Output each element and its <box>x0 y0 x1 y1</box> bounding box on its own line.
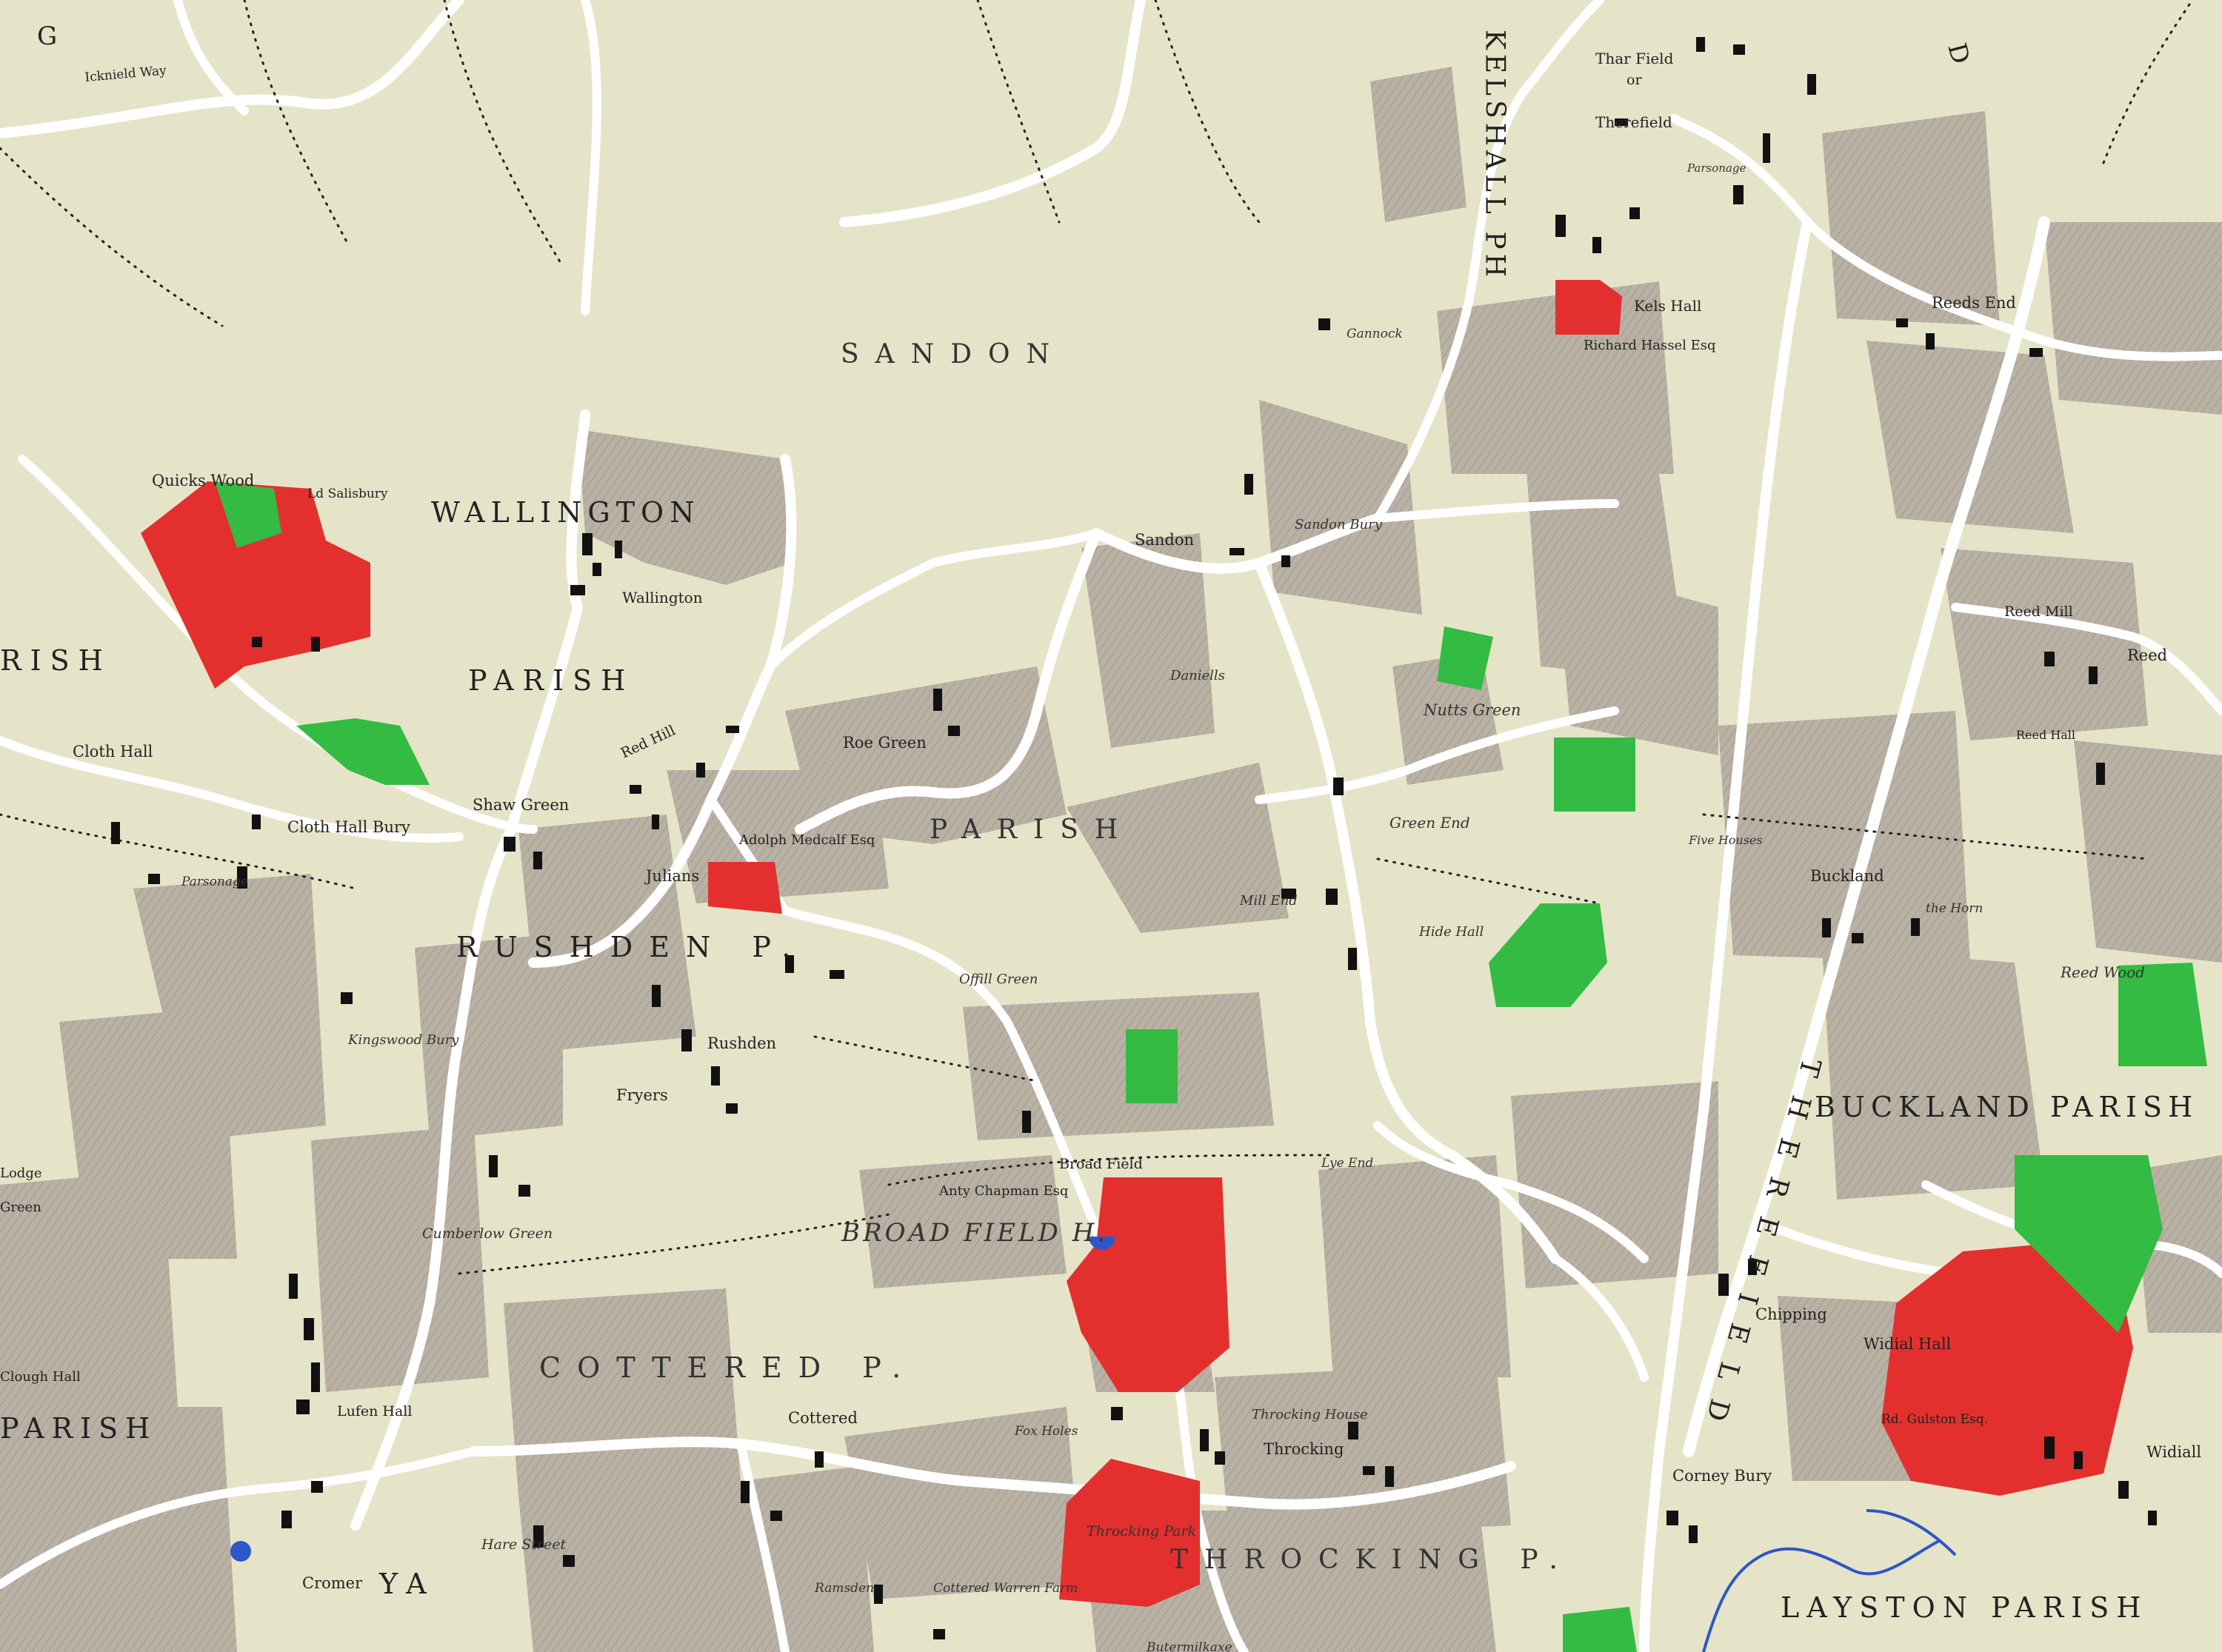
label-hide-hall: Hide Hall <box>1418 924 1484 940</box>
label-rushden-parish: RUSHDEN P. <box>456 931 807 963</box>
label-chapman: Anty Chapman Esq <box>938 1183 1068 1199</box>
label-adolph-medcalf: Adolph Medcalf Esq <box>738 832 875 848</box>
label-widial-hall: Widial Hall <box>1864 1335 1952 1353</box>
label-corney-bury: Corney Bury <box>1672 1467 1772 1485</box>
label-widiall: Widiall <box>2146 1443 2201 1461</box>
label-throcking: Throcking <box>1264 1440 1344 1458</box>
label-kingswood-bury: Kingswood Bury <box>347 1032 459 1048</box>
label-reed-wood: Reed Wood <box>2060 963 2145 981</box>
label-reeds-end: Reeds End <box>1932 294 2016 312</box>
label-therefield: Therefield <box>1595 113 1672 131</box>
label-or: or <box>1627 72 1642 88</box>
label-offill-green: Offill Green <box>959 972 1038 987</box>
label-kels-hall: Kels Hall <box>1634 297 1701 315</box>
label-chipping: Chipping <box>1755 1305 1827 1323</box>
label-kelshall-parish: KELSHALL PH <box>1480 30 1510 281</box>
label-g-top: G <box>37 21 57 51</box>
label-throcking-park: Throcking Park <box>1087 1523 1196 1539</box>
label-the-horn: the Horn <box>1926 901 1983 916</box>
label-rushden: Rushden <box>707 1034 776 1052</box>
label-sandon: Sandon <box>1135 531 1194 549</box>
label-nutts-green: Nutts Green <box>1423 701 1521 719</box>
label-shaw-green: Shaw Green <box>473 796 569 814</box>
label-gulston: Rd. Gulston Esq. <box>1881 1412 1988 1427</box>
label-wallington: Wallington <box>622 589 703 606</box>
label-layston-parish: LAYSTON PARISH <box>1781 1591 2148 1624</box>
label-butermilkaxe: Butermilkaxe <box>1146 1640 1232 1652</box>
label-mill-end: Mill End <box>1239 893 1298 909</box>
label-lye-end: Lye End <box>1321 1156 1373 1171</box>
label-buckland-parish: BUCKLAND PARISH <box>1815 1091 2198 1123</box>
julians-estate <box>708 862 782 914</box>
label-cottered: Cottered <box>788 1409 858 1427</box>
label-parish-bottom-left: PARISH <box>0 1412 157 1445</box>
label-cottered-warren-farm: Cottered Warren Farm <box>933 1581 1078 1596</box>
label-five-houses: Five Houses <box>1688 833 1763 847</box>
label-daniells: Daniells <box>1170 668 1225 683</box>
label-sandon-bury: Sandon Bury <box>1295 517 1383 532</box>
label-ramsden: Ramsden <box>814 1581 874 1596</box>
label-parsonage-left: Parsonage <box>181 875 248 889</box>
label-cloth-hall: Cloth Hall <box>73 743 153 760</box>
label-ya: YA <box>378 1568 437 1600</box>
label-cumberlow-green: Cumberlow Green <box>422 1225 553 1242</box>
label-cottered-parish: COTTERED P. <box>539 1351 917 1384</box>
label-green-end: Green End <box>1389 814 1470 832</box>
label-cromer: Cromer <box>302 1574 363 1592</box>
label-parish-left: PARISH <box>468 664 634 697</box>
label-reed-hall: Reed Hall <box>2016 728 2075 742</box>
label-throcking-parish: THROCKING P. <box>1170 1545 1574 1575</box>
label-rish-left: RISH <box>0 644 112 677</box>
label-gannock: Gannock <box>1347 327 1403 341</box>
county-map: G Icknield Way SANDON WALLINGTON PARISH … <box>0 0 2222 1652</box>
label-fryers: Fryers <box>616 1086 668 1104</box>
label-green-left: Green <box>0 1200 41 1215</box>
label-fox-holes: Fox Holes <box>1014 1424 1078 1439</box>
label-roe-green: Roe Green <box>843 734 927 752</box>
label-parsonage-right: Parsonage <box>1686 161 1746 175</box>
label-sandon-parish: SANDON <box>841 339 1066 369</box>
label-wallington-parish: WALLINGTON <box>431 496 700 529</box>
label-hare-street: Hare Street <box>481 1536 566 1553</box>
label-lufen-hall: Lufen Hall <box>337 1403 412 1419</box>
label-cloth-hall-bury: Cloth Hall Bury <box>287 818 410 836</box>
label-richard-hassel: Richard Hassel Esq <box>1584 338 1716 353</box>
label-reed-mill: Reed Mill <box>2004 603 2073 620</box>
label-quicks-wood: Quicks Wood <box>152 472 254 489</box>
label-throcking-house: Throcking House <box>1252 1407 1368 1422</box>
pond-icon <box>230 1541 251 1562</box>
label-clough-hall: Clough Hall <box>0 1369 81 1385</box>
label-lodge: Lodge <box>0 1166 42 1181</box>
label-ld-salisbury: Ld Salisbury <box>307 486 388 501</box>
label-thar-field: Thar Field <box>1595 50 1674 67</box>
label-buckland: Buckland <box>1810 867 1884 885</box>
label-parish-mid: PARISH <box>930 815 1134 845</box>
label-reed: Reed <box>2127 646 2167 664</box>
label-julians: Julians <box>644 867 699 885</box>
label-broad-field-hamlet: BROAD FIELD H. <box>841 1218 1108 1248</box>
label-broad-field: Broad Field <box>1059 1156 1143 1172</box>
